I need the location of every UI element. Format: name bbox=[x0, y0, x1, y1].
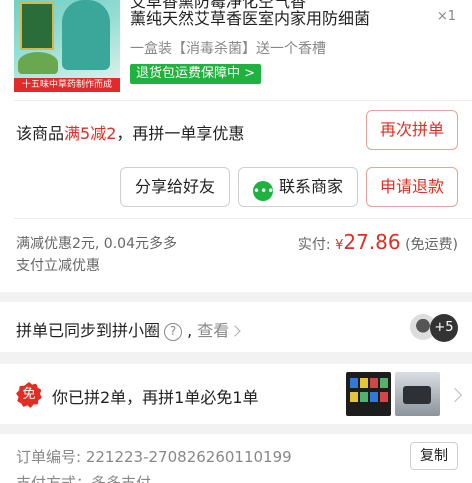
paid-amount: 实付: ¥27.86 (免运费) bbox=[298, 230, 458, 254]
chevron-right-icon[interactable] bbox=[447, 387, 463, 403]
order-product-card: 十五味中草药制作而成 艾草香熏防霉净化空气香 薰纯天然艾草香医室内家用防细菌 ×… bbox=[0, 0, 472, 292]
order-number-label: 订单编号: bbox=[16, 448, 82, 466]
share-button[interactable]: 分享给好友 bbox=[120, 167, 230, 207]
free-order-text: 你已拼2单，再拼1单必免1单 bbox=[52, 388, 259, 407]
promo-text: 该商品满5减2，再拼一单享优惠 bbox=[16, 120, 244, 144]
promo-highlight: 满5减2 bbox=[64, 124, 117, 143]
reorder-button[interactable]: 再次拼单 bbox=[366, 110, 458, 150]
paid-label: 实付: bbox=[297, 237, 331, 253]
divider bbox=[14, 218, 472, 219]
recommended-product-thumbnail[interactable] bbox=[346, 372, 391, 416]
sync-text: 拼单已同步到拼小圈? , 查看 bbox=[16, 317, 241, 341]
amount-value: 27.86 bbox=[343, 230, 401, 254]
sync-label: 拼单已同步到拼小圈 bbox=[16, 321, 161, 340]
payment-method: 支付方式：多多支付 bbox=[16, 474, 152, 483]
discount-line-2: 支付立减优惠 bbox=[16, 258, 100, 274]
promo-prefix: 该商品 bbox=[16, 124, 65, 143]
view-link[interactable]: 查看 bbox=[197, 321, 241, 340]
divider bbox=[14, 100, 472, 101]
product-model-image bbox=[62, 0, 110, 70]
promo-suffix: ，再拼一单享优惠 bbox=[116, 124, 245, 143]
refund-button[interactable]: 申请退款 bbox=[366, 167, 458, 207]
product-quantity: ×1 bbox=[436, 9, 456, 24]
order-number: 订单编号: 221223-270826260110199 bbox=[16, 446, 292, 467]
guarantee-label: 退货包运费保障中 bbox=[136, 66, 241, 81]
discount-line-1: 满减优惠2元, 0.04元多多 bbox=[16, 236, 177, 252]
product-thumbnail[interactable]: 十五味中草药制作而成 bbox=[14, 0, 120, 92]
product-spec: 一盒装【消毒杀菌】送一个香槽 bbox=[130, 41, 326, 57]
recommended-product-thumbnail[interactable] bbox=[395, 372, 440, 416]
shipping-guarantee-badge[interactable]: 退货包运费保障中 > bbox=[130, 64, 262, 84]
order-number-value: 221223-270826260110199 bbox=[85, 448, 292, 466]
chat-icon: ••• bbox=[252, 181, 274, 201]
order-info-card: 订单编号: 221223-270826260110199 支付方式：多多支付 复… bbox=[0, 434, 472, 483]
free-order-row[interactable]: 免 你已拼2单，再拼1单必免1单 bbox=[0, 364, 472, 424]
view-label: 查看 bbox=[197, 321, 230, 340]
product-title-line2[interactable]: 薰纯天然艾草香医室内家用防细菌 bbox=[130, 8, 430, 30]
sync-circle-row[interactable]: 拼单已同步到拼小圈? , 查看 +5 bbox=[0, 302, 472, 352]
shipping-note: (免运费) bbox=[405, 237, 458, 253]
contact-seller-button[interactable]: ••• 联系商家 bbox=[238, 167, 358, 207]
product-box-image bbox=[20, 2, 54, 50]
help-icon[interactable]: ? bbox=[164, 323, 183, 341]
product-plant-image bbox=[18, 52, 58, 74]
free-badge-icon: 免 bbox=[16, 382, 42, 408]
chevron-right-icon bbox=[229, 325, 241, 337]
chevron-right-icon: > bbox=[240, 66, 256, 81]
contact-seller-label: 联系商家 bbox=[278, 177, 343, 196]
thumbnail-caption: 十五味中草药制作而成 bbox=[14, 78, 120, 92]
more-avatars-badge[interactable]: +5 bbox=[430, 314, 458, 342]
sync-comma: , bbox=[187, 321, 193, 340]
copy-button[interactable]: 复制 bbox=[410, 442, 458, 470]
